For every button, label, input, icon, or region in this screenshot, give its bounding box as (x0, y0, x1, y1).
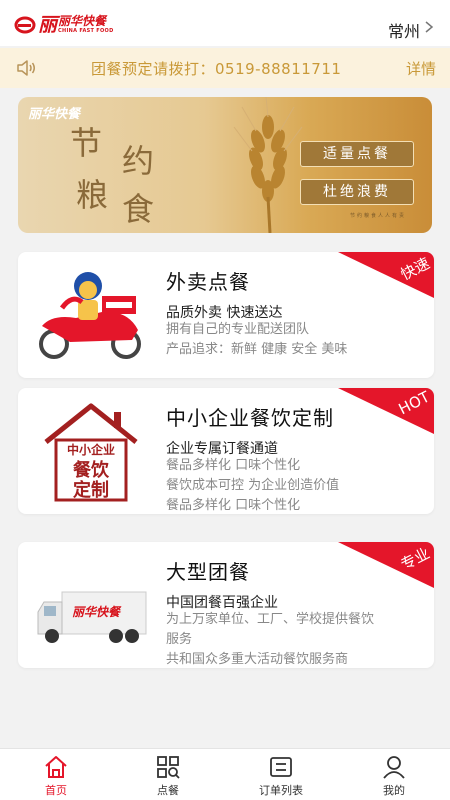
banner-char-2: 约 (122, 142, 155, 180)
speaker-icon (17, 60, 35, 76)
tab-order[interactable]: 点餐 (112, 749, 224, 800)
notice-details-link[interactable]: 详情 (406, 58, 436, 79)
card-tag-ribbon: 快速 (338, 252, 434, 298)
card-group-catering[interactable]: 丽华快餐 大型团餐 中国团餐百强企业 为上万家单位、工厂、学校提供餐饮 服务 共… (18, 542, 434, 668)
chevron-right-icon[interactable] (422, 20, 436, 34)
banner-char-1: 节 (70, 124, 103, 162)
card-tag-ribbon: 专业 (338, 542, 434, 588)
delivery-truck-image: 丽华快餐 (37, 591, 147, 643)
card-enterprise[interactable]: 中小企业 餐饮 定制 中小企业餐饮定制 企业专属订餐通道 餐品多样化 口味个性化… (18, 388, 434, 514)
tab-label: 订单列表 (259, 784, 303, 797)
promo-banner[interactable]: 丽华快餐 节 约 粮 食 适量点餐 杜绝浪费 节约粮食人人有责 (18, 97, 432, 233)
banner-char-3: 粮 (76, 176, 109, 214)
delivery-scooter-image (39, 272, 141, 359)
brand-logo: 丽 丽华快餐 CHINA FAST FOOD (14, 14, 114, 36)
banner-small-text: 节约粮食人人有责 (349, 213, 406, 219)
notice-bar[interactable]: 团餐预定请拨打：0519-88811711 详情 (0, 48, 450, 88)
tab-profile[interactable]: 我的 (338, 749, 450, 800)
top-bar: 丽 丽华快餐 CHINA FAST FOOD 常州 (0, 0, 450, 46)
house-text-top: 中小企业 (67, 442, 115, 457)
notice-text: 团餐预定请拨打：0519-88811711 (91, 60, 342, 78)
tab-orders-list[interactable]: 订单列表 (225, 749, 337, 800)
logo-e-icon (14, 16, 36, 34)
order-list-icon (270, 757, 292, 777)
enterprise-house-image: 中小企业 餐饮 定制 (44, 403, 138, 502)
home-icon (45, 756, 67, 778)
tab-home[interactable]: 首页 (0, 749, 112, 800)
card-title: 外卖点餐 (166, 270, 250, 294)
city-selector[interactable]: 常州 (388, 18, 420, 42)
banner-pill-order: 适量点餐 (300, 141, 414, 167)
card-desc-line: 餐品多样化 口味个性化 (166, 458, 301, 473)
card-tag-ribbon: HOT (338, 388, 434, 434)
banner-logo: 丽华快餐 (28, 107, 81, 122)
tab-label: 首页 (45, 784, 67, 797)
card-subtitle: 企业专属订餐通道 (166, 441, 278, 457)
truck-logo-text: 丽华快餐 (72, 605, 122, 619)
grid-search-icon (157, 756, 180, 779)
brand-name: 丽华快餐 (58, 14, 107, 28)
banner-char-4: 食 (122, 190, 155, 228)
card-desc-line: 服务 (166, 632, 193, 647)
tab-label: 点餐 (157, 784, 179, 797)
house-text-bot: 定制 (73, 479, 109, 501)
card-desc-line: 拥有自己的专业配送团队 (166, 322, 310, 337)
house-text-mid: 餐饮 (72, 459, 110, 481)
card-desc-line: 餐饮成本可控 为企业创造价值 (166, 478, 340, 493)
card-subtitle: 中国团餐百强企业 (166, 595, 278, 611)
card-takeout[interactable]: 外卖点餐 品质外卖 快速送达 拥有自己的专业配送团队 产品追求：新鲜 健康 安全… (18, 252, 434, 378)
bottom-tab-bar: 首页 点餐 订单列表 我的 (0, 748, 450, 800)
card-desc-line: 餐品多样化 口味个性化 (166, 498, 301, 513)
user-icon (383, 756, 405, 779)
card-desc-line: 为上万家单位、工厂、学校提供餐饮 (166, 612, 375, 627)
tab-label: 我的 (383, 784, 405, 797)
card-desc-line: 共和国众多重大活动餐饮服务商 (166, 652, 349, 667)
card-title: 中小企业餐饮定制 (166, 406, 334, 430)
brand-name-first: 丽 (38, 14, 57, 36)
brand-english: CHINA FAST FOOD (58, 28, 114, 34)
banner-pill-waste: 杜绝浪费 (300, 179, 414, 205)
card-desc-line: 产品追求：新鲜 健康 安全 美味 (166, 342, 348, 357)
card-subtitle: 品质外卖 快速送达 (166, 305, 283, 321)
card-title: 大型团餐 (166, 560, 250, 584)
